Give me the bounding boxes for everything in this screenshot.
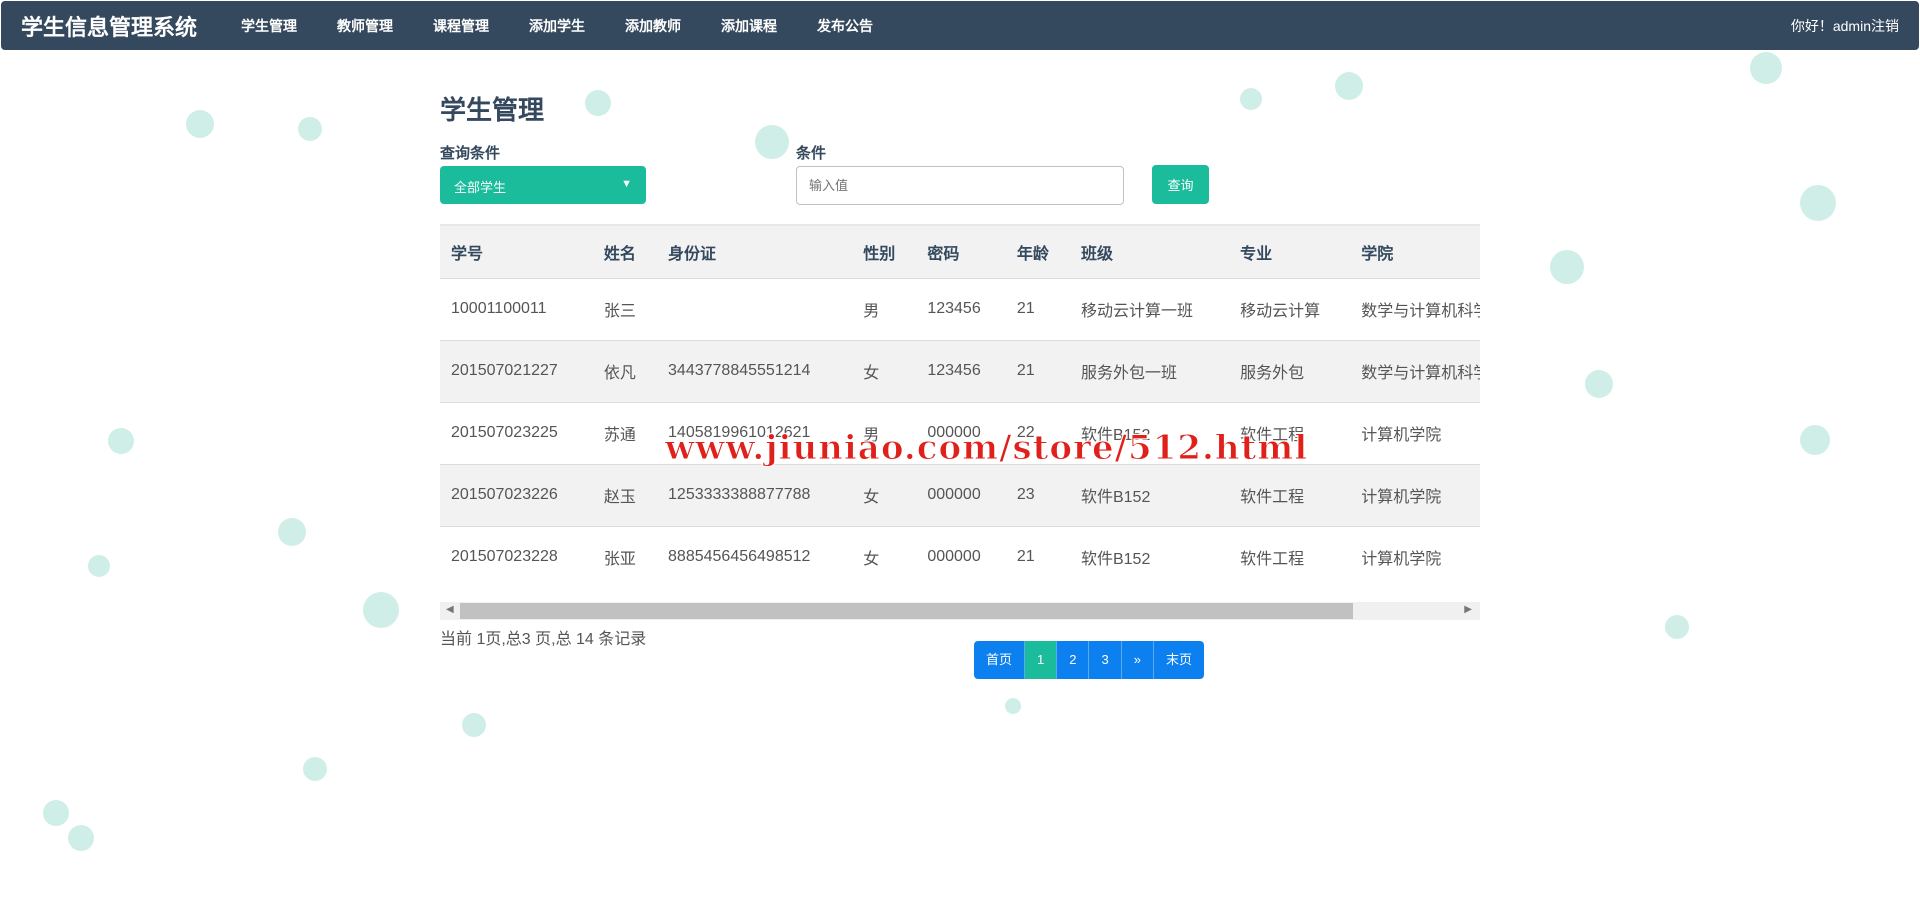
table-cell: 21 [1005, 277, 1070, 340]
table-cell: 计算机学院 [1350, 525, 1480, 588]
table-cell: 数学与计算机科学学院 [1350, 339, 1480, 402]
table-row: 201507023226 赵玉 1253333388877788 女 000000 23 软… [440, 463, 1480, 526]
page-3[interactable]: 3 [1089, 641, 1122, 679]
table-cell: 123456 [916, 339, 1006, 402]
table-cell: 000000 [916, 463, 1006, 526]
column-header: 姓名 [592, 224, 658, 278]
table-cell: 201507021227 [440, 339, 593, 402]
nav-add-course[interactable]: 添加课程 [721, 16, 777, 36]
table-cell: 000000 [916, 525, 1006, 588]
table-cell: 软件工程 [1229, 525, 1351, 588]
select-value: 全部学生 [454, 180, 507, 195]
page-1[interactable]: 1 [1025, 641, 1058, 679]
scroll-left-icon[interactable]: ◀ [446, 604, 454, 615]
table-cell: 女 [852, 339, 917, 402]
query-condition-label: 查询条件 [440, 145, 501, 162]
table-row: 201507023228 张亚 8885456456498512 女 000000 21 软… [440, 525, 1480, 588]
table-row: 10001100011 张三 男 123456 21 移动云计算一班 移动云计算 数学与计算机… [440, 277, 1480, 340]
column-header: 身份证 [657, 224, 853, 278]
nav-add-teacher[interactable]: 添加教师 [625, 16, 681, 36]
column-header: 专业 [1229, 224, 1351, 278]
table-cell: 201507023228 [440, 525, 593, 588]
brand-title[interactable]: 学生信息管理系统 [21, 10, 197, 42]
nav-publish-notice[interactable]: 发布公告 [817, 16, 873, 36]
table-cell: 21 [1005, 339, 1070, 402]
main-content: 学生管理 查询条件 全部学生 ▼ 条件 查询 学号姓名身份证性别密码年龄班级专业… [440, 90, 1480, 679]
table-cell: 移动云计算一班 [1069, 277, 1230, 340]
column-header: 年龄 [1005, 224, 1070, 278]
table-cell: 10001100011 [440, 277, 593, 340]
page-next[interactable]: » [1121, 641, 1154, 679]
student-table-container: 学号姓名身份证性别密码年龄班级专业学院修改 10001100011张三男1234… [440, 224, 1480, 599]
table-cell: 软件工程 [1229, 463, 1351, 526]
table-cell: 女 [852, 525, 917, 588]
condition-label: 条件 [796, 145, 827, 162]
watermark: www.jiuniao.com/store/512.html [664, 428, 1309, 469]
table-cell: 依凡 [592, 339, 658, 402]
table-cell: 8885456456498512 [657, 525, 853, 588]
table-cell [657, 277, 853, 340]
table-cell: 计算机学院 [1350, 463, 1480, 526]
table-cell: 1253333388877788 [657, 463, 853, 526]
condition-input[interactable] [796, 166, 1124, 205]
caret-down-icon: ▼ [621, 178, 632, 190]
top-navbar: 学生信息管理系统 学生管理 教师管理 课程管理 添加学生 添加教师 添加课程 发… [1, 1, 1919, 50]
page-first[interactable]: 首页 [974, 641, 1026, 679]
column-header: 性别 [852, 224, 917, 278]
table-cell: 男 [852, 277, 917, 340]
query-condition-select[interactable]: 全部学生 ▼ [440, 166, 646, 204]
nav-teacher-management[interactable]: 教师管理 [337, 16, 393, 36]
table-cell: 软件B152 [1069, 463, 1230, 526]
nav-add-student[interactable]: 添加学生 [529, 16, 585, 36]
user-logout[interactable]: 你好！admin注销 [1791, 16, 1899, 36]
column-header: 密码 [916, 224, 1006, 278]
pagination: 首页 1 2 3 » 末页 [974, 641, 1204, 679]
table-cell: 赵玉 [592, 463, 658, 526]
table-cell: 移动云计算 [1229, 277, 1351, 340]
table-cell: 123456 [916, 277, 1006, 340]
table-cell: 女 [852, 463, 917, 526]
scrollbar-thumb[interactable] [460, 603, 1353, 619]
search-button[interactable]: 查询 [1152, 165, 1209, 204]
nav-student-management[interactable]: 学生管理 [241, 16, 297, 36]
table-cell: 服务外包 [1229, 339, 1351, 402]
table-cell: 数学与计算机科学学院 [1350, 277, 1480, 340]
table-cell: 23 [1005, 463, 1070, 526]
page-title: 学生管理 [440, 95, 545, 125]
table-cell: 软件B152 [1069, 525, 1230, 588]
table-cell: 张三 [592, 277, 658, 340]
table-row: 201507021227 依凡 3443778845551214 女 123456 21 服… [440, 339, 1480, 402]
page-2[interactable]: 2 [1057, 641, 1090, 679]
table-cell: 苏通 [592, 401, 658, 464]
table-cell: 3443778845551214 [657, 339, 853, 402]
horizontal-scrollbar[interactable]: ◀ ▶ [440, 602, 1480, 620]
table-cell: 201507023225 [440, 401, 593, 464]
table-cell: 计算机学院 [1350, 401, 1480, 464]
nav-course-management[interactable]: 课程管理 [433, 16, 489, 36]
record-info: 当前 1页,总3 页,总 14 条记录 [440, 631, 647, 648]
table-cell: 201507023226 [440, 463, 593, 526]
page-last[interactable]: 末页 [1153, 641, 1204, 679]
column-header: 班级 [1069, 224, 1230, 278]
column-header: 学号 [440, 224, 593, 278]
scroll-right-icon[interactable]: ▶ [1464, 604, 1472, 615]
table-cell: 张亚 [592, 525, 658, 588]
table-cell: 服务外包一班 [1069, 339, 1230, 402]
column-header: 学院 [1350, 224, 1480, 278]
student-table: 学号姓名身份证性别密码年龄班级专业学院修改 10001100011张三男1234… [440, 224, 1480, 588]
table-cell: 21 [1005, 525, 1070, 588]
